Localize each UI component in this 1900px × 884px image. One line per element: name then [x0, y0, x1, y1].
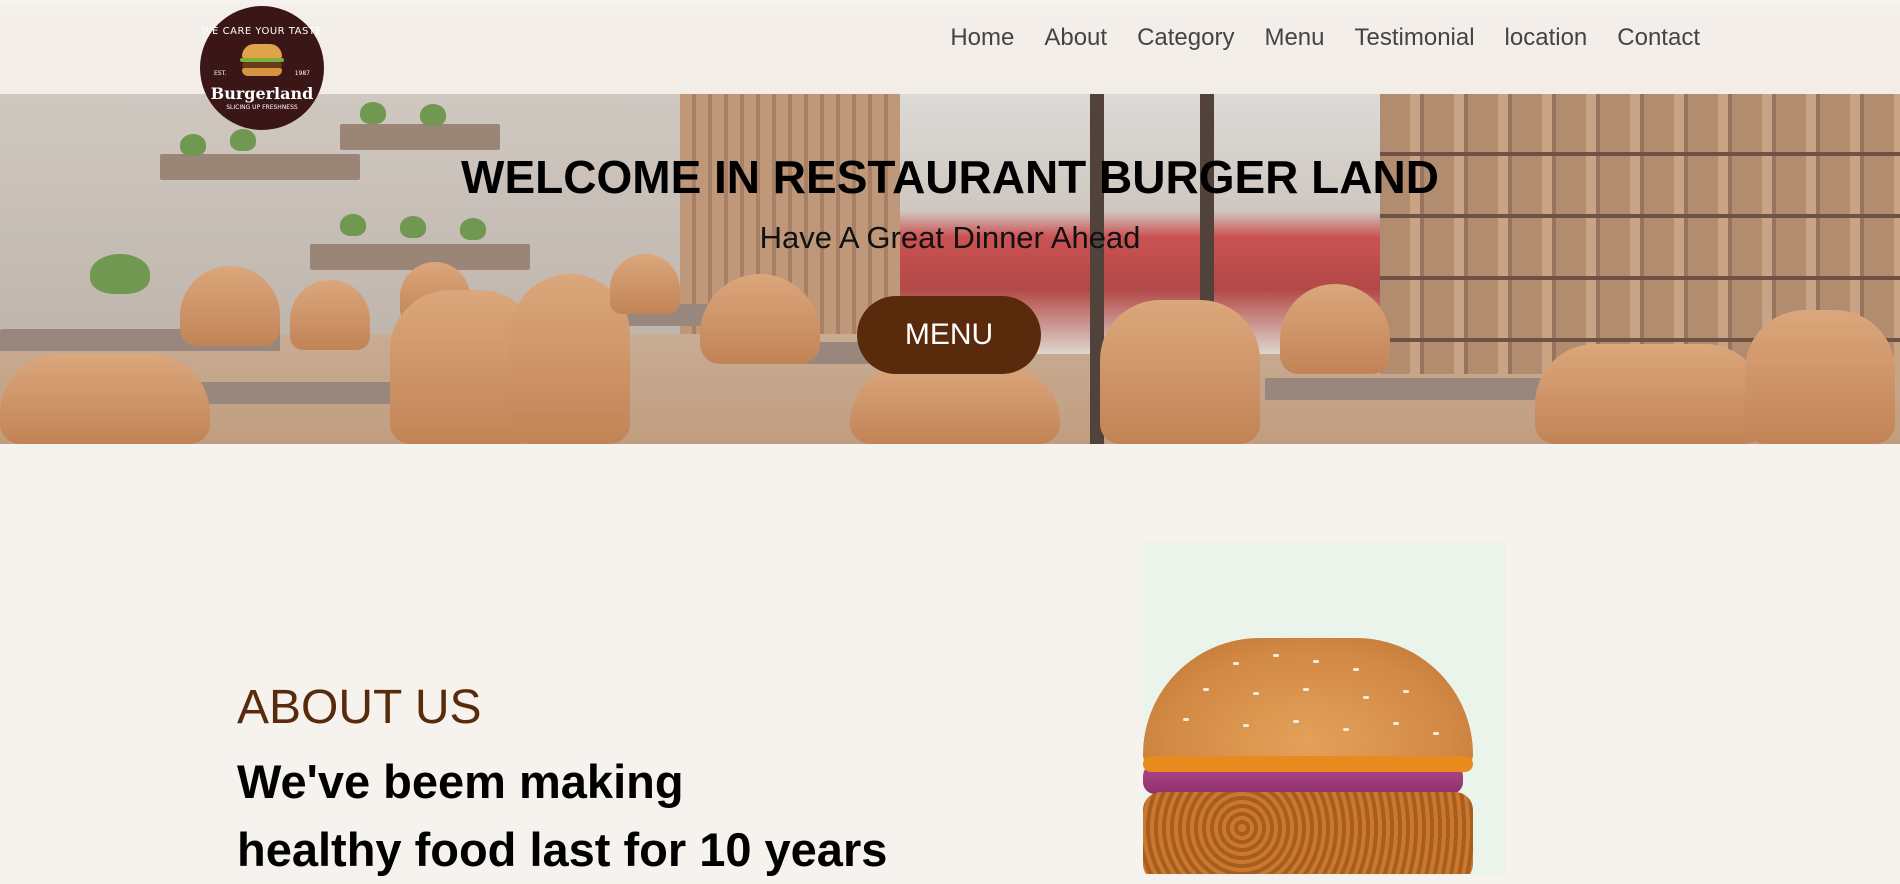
about-heading-line-1: We've beem making — [237, 755, 684, 808]
nav-menu[interactable]: Menu — [1264, 24, 1324, 52]
about-label: ABOUT US — [237, 681, 482, 734]
nav-location[interactable]: location — [1505, 24, 1588, 52]
nav-category[interactable]: Category — [1137, 24, 1234, 52]
hero-subtitle: Have A Great Dinner Ahead — [759, 220, 1141, 255]
menu-button[interactable]: MENU — [857, 296, 1041, 374]
logo-est-label: EST. — [214, 70, 227, 77]
logo-arc-text: WE CARE YOUR TASTE — [201, 26, 323, 37]
logo-brand-name: Burgerland — [210, 84, 314, 103]
burger-image — [1143, 542, 1506, 874]
main-nav: Home About Category Menu Testimonial loc… — [950, 24, 1700, 52]
burger-sauce — [1143, 756, 1473, 772]
burger-patty — [1143, 792, 1473, 874]
burger-bun — [1143, 638, 1473, 768]
logo-year-label: 1987 — [294, 70, 310, 77]
logo-tagline: SLICING UP FRESHNESS — [226, 104, 298, 111]
nav-home[interactable]: Home — [950, 24, 1014, 52]
burger-icon — [240, 44, 284, 76]
about-heading: We've beem making healthy food last for … — [237, 748, 1037, 884]
brand-logo[interactable]: WE CARE YOUR TASTE EST. 1987 Burgerland … — [200, 6, 324, 130]
hero-title: WELCOME IN RESTAURANT BURGER LAND — [461, 151, 1439, 203]
nav-testimonial[interactable]: Testimonial — [1355, 24, 1475, 52]
nav-contact[interactable]: Contact — [1617, 24, 1700, 52]
nav-about[interactable]: About — [1044, 24, 1107, 52]
